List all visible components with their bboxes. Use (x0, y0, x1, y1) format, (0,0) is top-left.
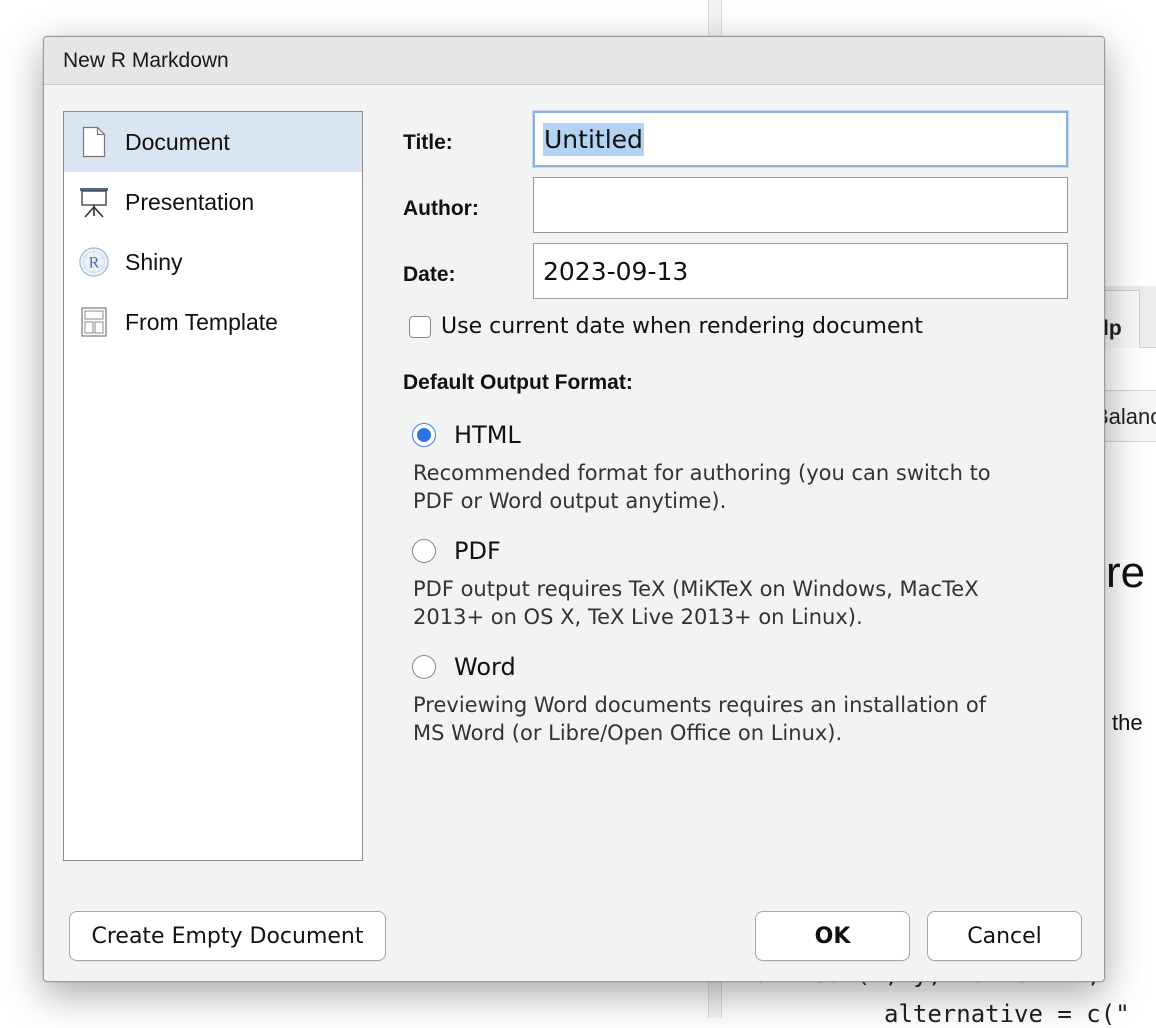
create-empty-document-button[interactable]: Create Empty Document (69, 911, 386, 961)
background-toolbar-text: Balance (1098, 404, 1156, 429)
document-type-list: Document Presentation R Shiny From Templ… (63, 111, 363, 861)
pdf-radio-label: PDF (454, 537, 501, 565)
background-body-text: the (1112, 710, 1143, 735)
title-label: Title: (403, 131, 453, 154)
template-icon (78, 305, 110, 339)
author-label: Author: (403, 197, 479, 220)
word-radio[interactable] (412, 655, 436, 679)
date-input[interactable]: 2023-09-13 (533, 243, 1068, 299)
cancel-button[interactable]: Cancel (927, 911, 1082, 961)
shiny-icon: R (78, 245, 110, 279)
svg-text:R: R (89, 255, 100, 272)
output-option-html[interactable]: HTML (412, 421, 521, 449)
background-code-line-2: alternative = c(" (884, 1000, 1130, 1028)
background-heading: re T (1106, 548, 1156, 597)
word-description-line-2: MS Word (or Libre/Open Office on Linux). (413, 721, 843, 745)
title-input[interactable]: Untitled (533, 111, 1068, 167)
pdf-description-line-1: PDF output requires TeX (MiKTeX on Windo… (413, 577, 979, 601)
sidebar-item-presentation[interactable]: Presentation (64, 172, 362, 232)
use-current-date-checkbox[interactable] (409, 315, 431, 338)
pdf-radio[interactable] (412, 539, 436, 563)
sidebar-item-document[interactable]: Document (64, 112, 362, 172)
sidebar-item-label: Document (125, 128, 230, 155)
word-description: Previewing Word documents requires an in… (413, 691, 1063, 747)
title-input-value: Untitled (543, 122, 644, 156)
output-option-pdf[interactable]: PDF (412, 537, 501, 565)
sidebar-item-label: Presentation (125, 188, 255, 215)
html-description: Recommended format for authoring (you ca… (413, 459, 1063, 515)
new-r-markdown-dialog: New R Markdown Document Presentation R S… (43, 36, 1105, 982)
word-radio-label: Word (454, 653, 516, 681)
radio-selected-dot (417, 428, 431, 442)
ok-button[interactable]: OK (755, 911, 910, 961)
sidebar-item-from-template[interactable]: From Template (64, 292, 362, 352)
sidebar-item-label: Shiny (125, 248, 183, 275)
sidebar-item-label: From Template (125, 308, 278, 335)
output-option-word[interactable]: Word (412, 653, 516, 681)
html-description-line-2: PDF or Word output anytime). (413, 489, 727, 513)
use-current-date-option[interactable]: Use current date when rendering document (409, 314, 923, 339)
presentation-icon (78, 185, 110, 219)
document-icon (78, 125, 110, 159)
dialog-titlebar: New R Markdown (44, 37, 1104, 85)
default-output-format-heading: Default Output Format: (403, 371, 633, 394)
pdf-description: PDF output requires TeX (MiKTeX on Windo… (413, 575, 1063, 631)
sidebar-item-shiny[interactable]: R Shiny (64, 232, 362, 292)
author-input[interactable] (533, 177, 1068, 233)
date-input-value: 2023-09-13 (543, 256, 689, 286)
html-radio[interactable] (412, 423, 436, 447)
use-current-date-label: Use current date when rendering document (441, 314, 924, 339)
html-description-line-1: Recommended format for authoring (you ca… (413, 461, 991, 485)
background-help-tab[interactable]: lp (1104, 290, 1140, 348)
word-description-line-1: Previewing Word documents requires an in… (413, 693, 987, 717)
date-label: Date: (403, 263, 456, 286)
pdf-description-line-2: 2013+ on OS X, TeX Live 2013+ on Linux). (413, 605, 863, 629)
dialog-title: New R Markdown (63, 49, 229, 72)
html-radio-label: HTML (454, 421, 521, 449)
